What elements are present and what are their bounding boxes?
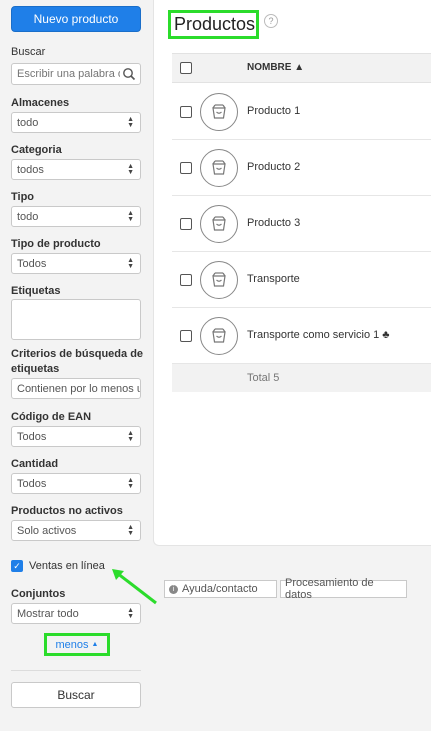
product-type-label: Tipo de producto <box>11 238 101 250</box>
product-bag-icon <box>200 317 238 355</box>
search-input[interactable] <box>12 64 120 84</box>
warehouses-select[interactable]: todo ▲ ▼ <box>11 112 141 133</box>
select-arrows-icon: ▲ ▼ <box>127 607 134 620</box>
tag-criteria-label-line1: Criterios de búsqueda de <box>11 348 144 360</box>
select-arrows-icon: ▲ ▼ <box>127 210 134 223</box>
less-filters-link[interactable]: menos ▲ <box>44 633 110 656</box>
sets-value: Mostrar todo <box>17 607 79 620</box>
row-checkbox[interactable] <box>180 274 192 286</box>
less-filters-label: menos <box>55 638 89 651</box>
online-sales-row[interactable]: ✓ Ventas en línea <box>11 560 105 572</box>
product-name[interactable]: Producto 3 <box>247 217 300 229</box>
quantity-value: Todos <box>17 477 47 490</box>
row-checkbox[interactable] <box>180 330 192 342</box>
table-row[interactable]: Transporte <box>172 252 431 308</box>
page-title: Productos <box>168 10 259 39</box>
new-product-button[interactable]: Nuevo producto <box>11 6 141 32</box>
tag-criteria-label-line2: etiquetas <box>11 363 60 375</box>
table-header: NOMBRE ▲ <box>172 53 431 83</box>
info-icon: i <box>169 584 178 594</box>
product-type-select[interactable]: Todos ▲ ▼ <box>11 253 141 274</box>
inactive-products-value: Solo activos <box>17 524 77 537</box>
product-bag-icon <box>200 261 238 299</box>
category-label: Categoria <box>11 144 62 156</box>
total-count: Total 5 <box>247 372 280 384</box>
table-total-row: Total 5 <box>172 364 431 392</box>
row-checkbox[interactable] <box>180 162 192 174</box>
product-name[interactable]: Producto 1 <box>247 105 300 117</box>
table-row[interactable]: Transporte como servicio 1 ♣ <box>172 308 431 364</box>
quantity-label: Cantidad <box>11 458 59 470</box>
category-select[interactable]: todos ▲ ▼ <box>11 159 141 180</box>
search-label: Buscar <box>11 46 46 58</box>
search-icon[interactable] <box>122 67 136 81</box>
row-checkbox[interactable] <box>180 106 192 118</box>
category-value: todos <box>17 163 44 176</box>
select-all-checkbox[interactable] <box>180 62 192 74</box>
inactive-products-label: Productos no activos <box>11 505 123 517</box>
product-bag-icon <box>200 149 238 187</box>
select-arrows-icon: ▲ ▼ <box>127 477 134 490</box>
sets-label: Conjuntos <box>11 588 66 600</box>
product-bag-icon <box>200 93 238 131</box>
ean-select[interactable]: Todos ▲ ▼ <box>11 426 141 447</box>
help-contact-button[interactable]: i Ayuda/contacto <box>164 580 277 598</box>
product-bag-icon <box>200 205 238 243</box>
tags-label: Etiquetas <box>11 285 61 297</box>
help-icon[interactable]: ? <box>264 14 278 28</box>
column-header-name[interactable]: NOMBRE ▲ <box>247 62 304 73</box>
tag-criteria-value: Contienen por lo menos u <box>17 382 141 395</box>
select-arrows-icon: ▲ ▼ <box>127 116 134 129</box>
inactive-products-select[interactable]: Solo activos ▲ ▼ <box>11 520 141 541</box>
sidebar-divider <box>11 670 141 671</box>
table-row[interactable]: Producto 3 <box>172 196 431 252</box>
search-button[interactable]: Buscar <box>11 682 141 708</box>
data-processing-label: Procesamiento de datos <box>285 577 374 601</box>
ean-label: Código de EAN <box>11 411 92 423</box>
tags-textarea[interactable] <box>11 299 141 340</box>
select-arrows-icon: ▲ ▼ <box>127 524 134 537</box>
sidebar: Nuevo producto Buscar Almacenes todo ▲▼ … <box>0 0 152 731</box>
data-processing-button[interactable]: Procesamiento de datos <box>280 577 407 601</box>
row-checkbox[interactable] <box>180 218 192 230</box>
search-field[interactable] <box>11 63 141 85</box>
warehouses-value: todo <box>17 116 39 129</box>
online-sales-label: Ventas en línea <box>29 560 105 572</box>
type-value: todo <box>17 210 39 223</box>
ean-value: Todos <box>17 430 47 443</box>
select-arrows-icon: ▲ ▼ <box>127 430 134 443</box>
table-row[interactable]: Producto 1 <box>172 84 431 140</box>
product-name[interactable]: Transporte <box>247 273 300 285</box>
type-label: Tipo <box>11 191 35 203</box>
caret-up-icon: ▲ <box>91 641 99 648</box>
online-sales-checkbox[interactable]: ✓ <box>11 560 23 572</box>
select-arrows-icon: ▲ ▼ <box>127 163 134 176</box>
warehouses-label: Almacenes <box>11 97 70 109</box>
product-type-value: Todos <box>17 257 47 270</box>
help-contact-label: Ayuda/contacto <box>182 583 258 595</box>
product-name[interactable]: Transporte como servicio 1 ♣ <box>247 329 390 341</box>
type-select[interactable]: todo ▲ ▼ <box>11 206 141 227</box>
table-row[interactable]: Producto 2 <box>172 140 431 196</box>
quantity-select[interactable]: Todos ▲ ▼ <box>11 473 141 494</box>
product-name[interactable]: Producto 2 <box>247 161 300 173</box>
tag-criteria-select[interactable]: Contienen por lo menos u <box>11 378 141 399</box>
select-arrows-icon: ▲ ▼ <box>127 257 134 270</box>
annotation-arrow-icon <box>112 569 157 605</box>
